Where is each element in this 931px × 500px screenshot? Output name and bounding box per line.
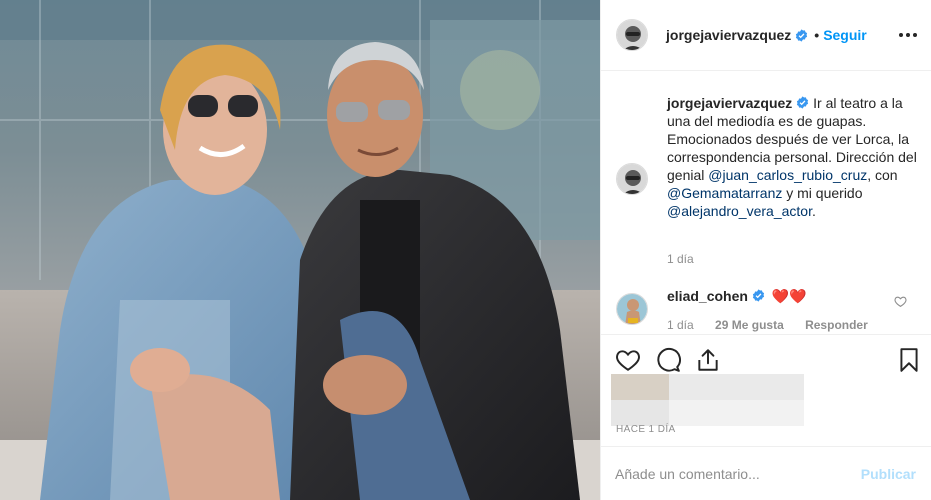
caption-timestamp[interactable]: 1 día [667,252,694,266]
share-icon[interactable] [695,347,721,373]
avatar-image [617,20,647,50]
heart-icon[interactable] [615,347,641,373]
verified-badge-icon [796,28,808,42]
post-photo[interactable] [0,0,600,500]
caption-separator: y mi querido [782,185,863,201]
post-date[interactable]: Hace 1 día [616,424,676,435]
comment-input[interactable] [615,461,845,487]
comment-likes[interactable]: 29 Me gusta [715,318,784,332]
mention-link[interactable]: @alejandro_vera_actor [667,203,812,219]
publish-button[interactable]: Publicar [861,466,916,482]
comment-meta: 1 día 29 Me gusta Responder [667,318,886,332]
more-icon[interactable] [898,25,918,45]
bookmark-icon[interactable] [896,347,922,373]
comment-emoji: ❤️❤️ [771,288,807,304]
caption-text: jorgejaviervazquez Ir al teatro a la una… [667,94,917,220]
verified-badge-icon [752,289,765,302]
caption-username[interactable]: jorgejaviervazquez [667,95,792,111]
caption-avatar[interactable] [616,163,648,195]
reply-button[interactable]: Responder [805,318,868,332]
comment-username[interactable]: eliad_cohen [667,288,748,304]
verified-badge-icon [797,96,809,109]
comment-timestamp[interactable]: 1 día [667,318,694,332]
comment-like-icon[interactable] [894,295,907,308]
comment-icon[interactable] [655,347,681,373]
caption-end: . [811,203,816,219]
add-comment-bar: Publicar [600,446,931,500]
comment-avatar[interactable] [616,293,648,325]
mention-link[interactable]: @juan_carlos_rubio_cruz [708,167,867,183]
post-image [0,0,600,500]
separator-dot: • [814,27,820,43]
mention-link[interactable]: @Gemamatarranz [667,185,782,201]
follow-button[interactable]: Seguir [823,27,867,43]
post-header: jorgejaviervazquez • Seguir [600,0,931,71]
caption-separator: , con [867,167,898,183]
comment-text: eliad_cohen ❤️❤️ [667,288,807,305]
likes-summary-redacted [611,374,804,426]
header-username[interactable]: jorgejaviervazquez [666,27,791,43]
avatar[interactable] [616,19,648,51]
